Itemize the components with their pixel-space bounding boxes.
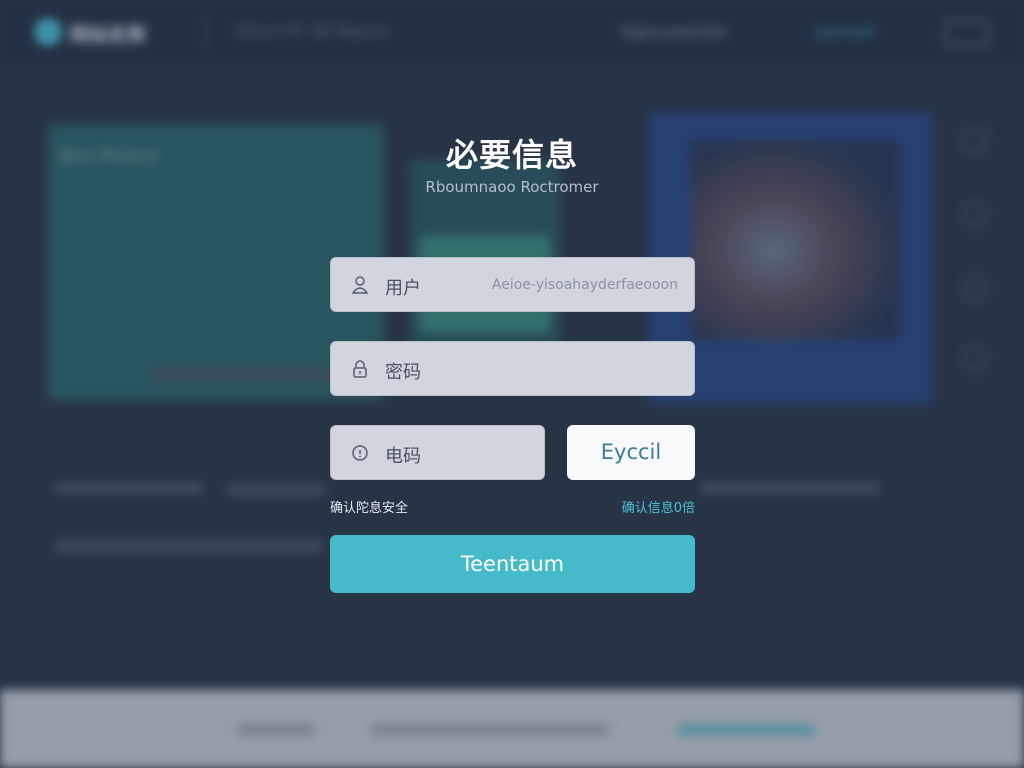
password-label: 密码 — [385, 362, 421, 383]
form-title: 必要信息 — [445, 136, 578, 174]
password-field[interactable]: 密码 — [330, 341, 695, 396]
username-field[interactable]: 用户 Aeioe-yisoahayderfaeooon — [330, 257, 695, 312]
info-icon — [351, 444, 369, 462]
lock-icon — [351, 360, 369, 378]
code-label: 电码 — [385, 446, 421, 467]
code-field[interactable]: 电码 — [330, 425, 545, 480]
username-hint: Aeioe-yisoahayderfaeooon — [491, 277, 678, 293]
username-label: 用户 — [385, 278, 421, 299]
user-icon — [351, 276, 369, 294]
info-link[interactable]: 确认信息0倍 — [595, 497, 695, 516]
security-note: 确认陀息安全 — [330, 501, 409, 516]
send-code-button[interactable]: Eyccil — [567, 425, 695, 480]
submit-button[interactable]: Teentaum — [330, 535, 695, 593]
form-subtitle: Rboumnaoo Roctromer — [425, 178, 599, 196]
